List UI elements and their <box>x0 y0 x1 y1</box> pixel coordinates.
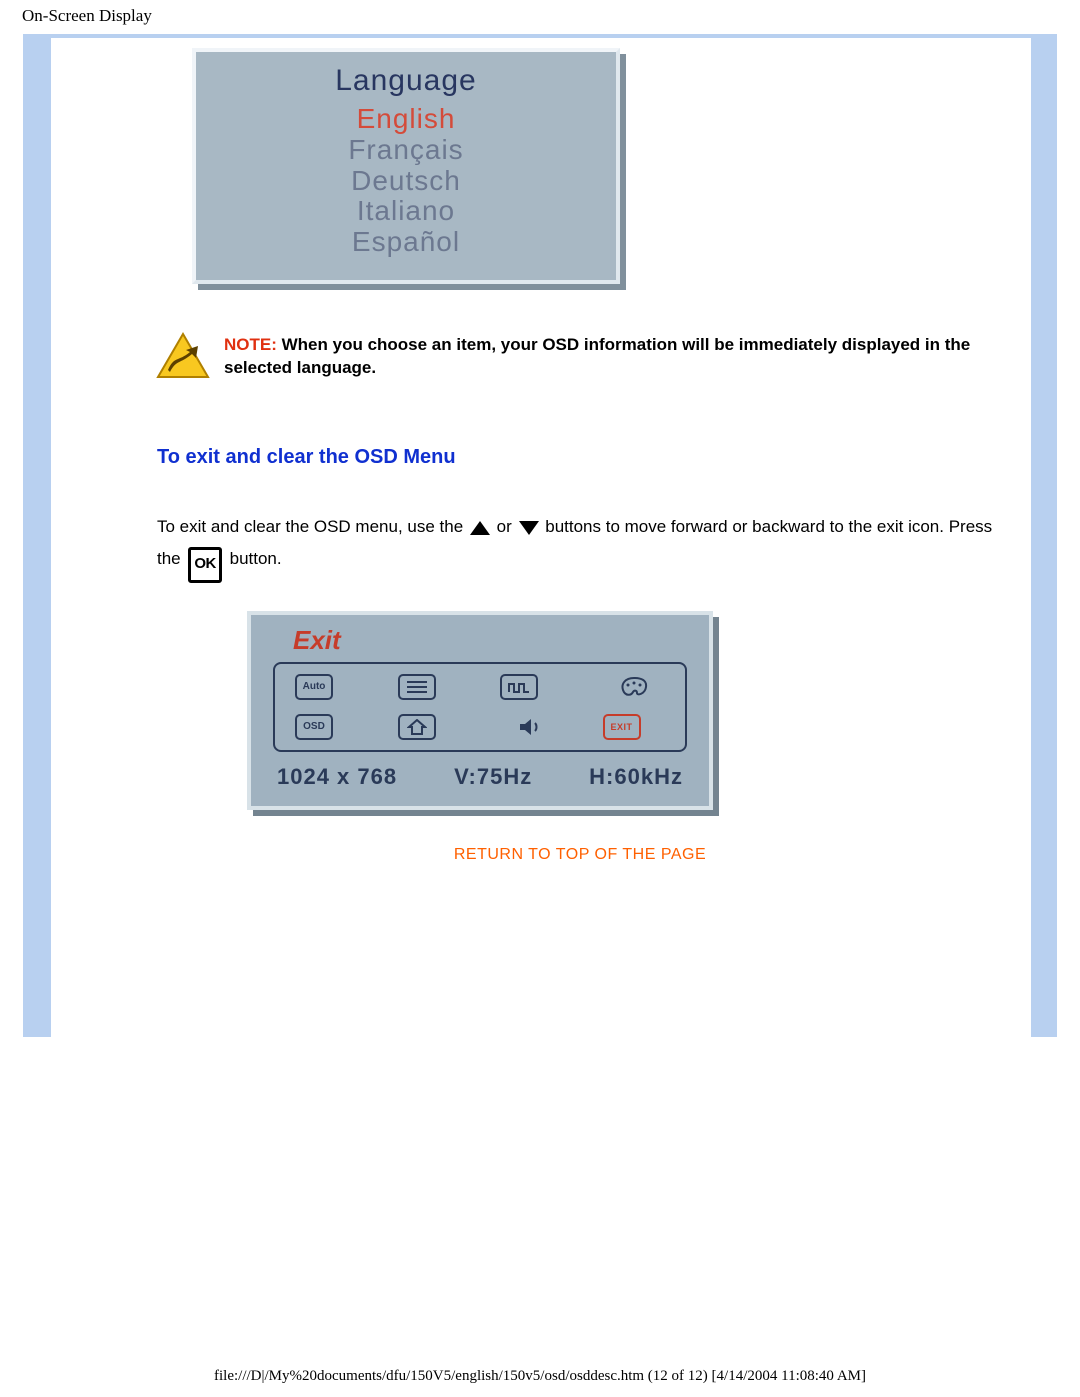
warning-icon <box>156 332 210 380</box>
osd-lang-english: English <box>196 104 616 135</box>
osd-exit-panel: Exit Auto OSD <box>247 611 713 810</box>
osd-wave-icon <box>500 674 538 700</box>
note-label: NOTE: <box>224 335 277 354</box>
osd-hfreq: H:60kHz <box>589 764 683 790</box>
page-body: Language English Français Deutsch Italia… <box>51 38 1031 1037</box>
instruction-text: To exit and clear the OSD menu, use the … <box>157 511 1003 583</box>
ok-button-icon: OK <box>188 547 222 583</box>
osd-exit-icon: EXIT <box>603 714 641 740</box>
instr-or: or <box>497 517 512 536</box>
osd-auto-icon: Auto <box>295 674 333 700</box>
osd-vfreq: V:75Hz <box>454 764 532 790</box>
osd-lang-deutsch: Deutsch <box>196 166 616 197</box>
osd-language-title: Language <box>196 64 616 98</box>
section-heading: To exit and clear the OSD Menu <box>157 446 1003 469</box>
osd-speaker-icon <box>500 714 563 740</box>
content-frame: Language English Français Deutsch Italia… <box>23 34 1057 1037</box>
page-header: On-Screen Display <box>22 6 152 26</box>
instr-part-c: button. <box>230 549 282 568</box>
down-arrow-icon <box>519 521 539 535</box>
osd-home-icon <box>398 714 436 740</box>
osd-lang-espanol: Español <box>196 227 616 258</box>
osd-palette-icon <box>603 674 666 700</box>
return-to-top-link[interactable]: RETURN TO TOP OF THE PAGE <box>157 846 1003 864</box>
osd-osd-icon: OSD <box>295 714 333 740</box>
osd-icon-grid: Auto OSD <box>273 662 687 752</box>
osd-exit-title: Exit <box>293 625 687 656</box>
instr-part-a: To exit and clear the OSD menu, use the <box>157 517 463 536</box>
osd-resolution: 1024 x 768 <box>277 764 397 790</box>
page-bottom-edge <box>51 1029 1031 1043</box>
osd-language-panel: Language English Français Deutsch Italia… <box>192 48 620 284</box>
note-text: NOTE: When you choose an item, your OSD … <box>224 334 1003 380</box>
osd-status-line: 1024 x 768 V:75Hz H:60kHz <box>273 764 687 790</box>
note-body: When you choose an item, your OSD inform… <box>224 335 970 377</box>
note-row: NOTE: When you choose an item, your OSD … <box>156 334 1003 380</box>
footer-file-path: file:///D|/My%20documents/dfu/150V5/engl… <box>0 1368 1080 1385</box>
osd-menu-icon <box>398 674 436 700</box>
up-arrow-icon <box>470 521 490 535</box>
osd-lang-francais: Français <box>196 135 616 166</box>
osd-lang-italiano: Italiano <box>196 196 616 227</box>
